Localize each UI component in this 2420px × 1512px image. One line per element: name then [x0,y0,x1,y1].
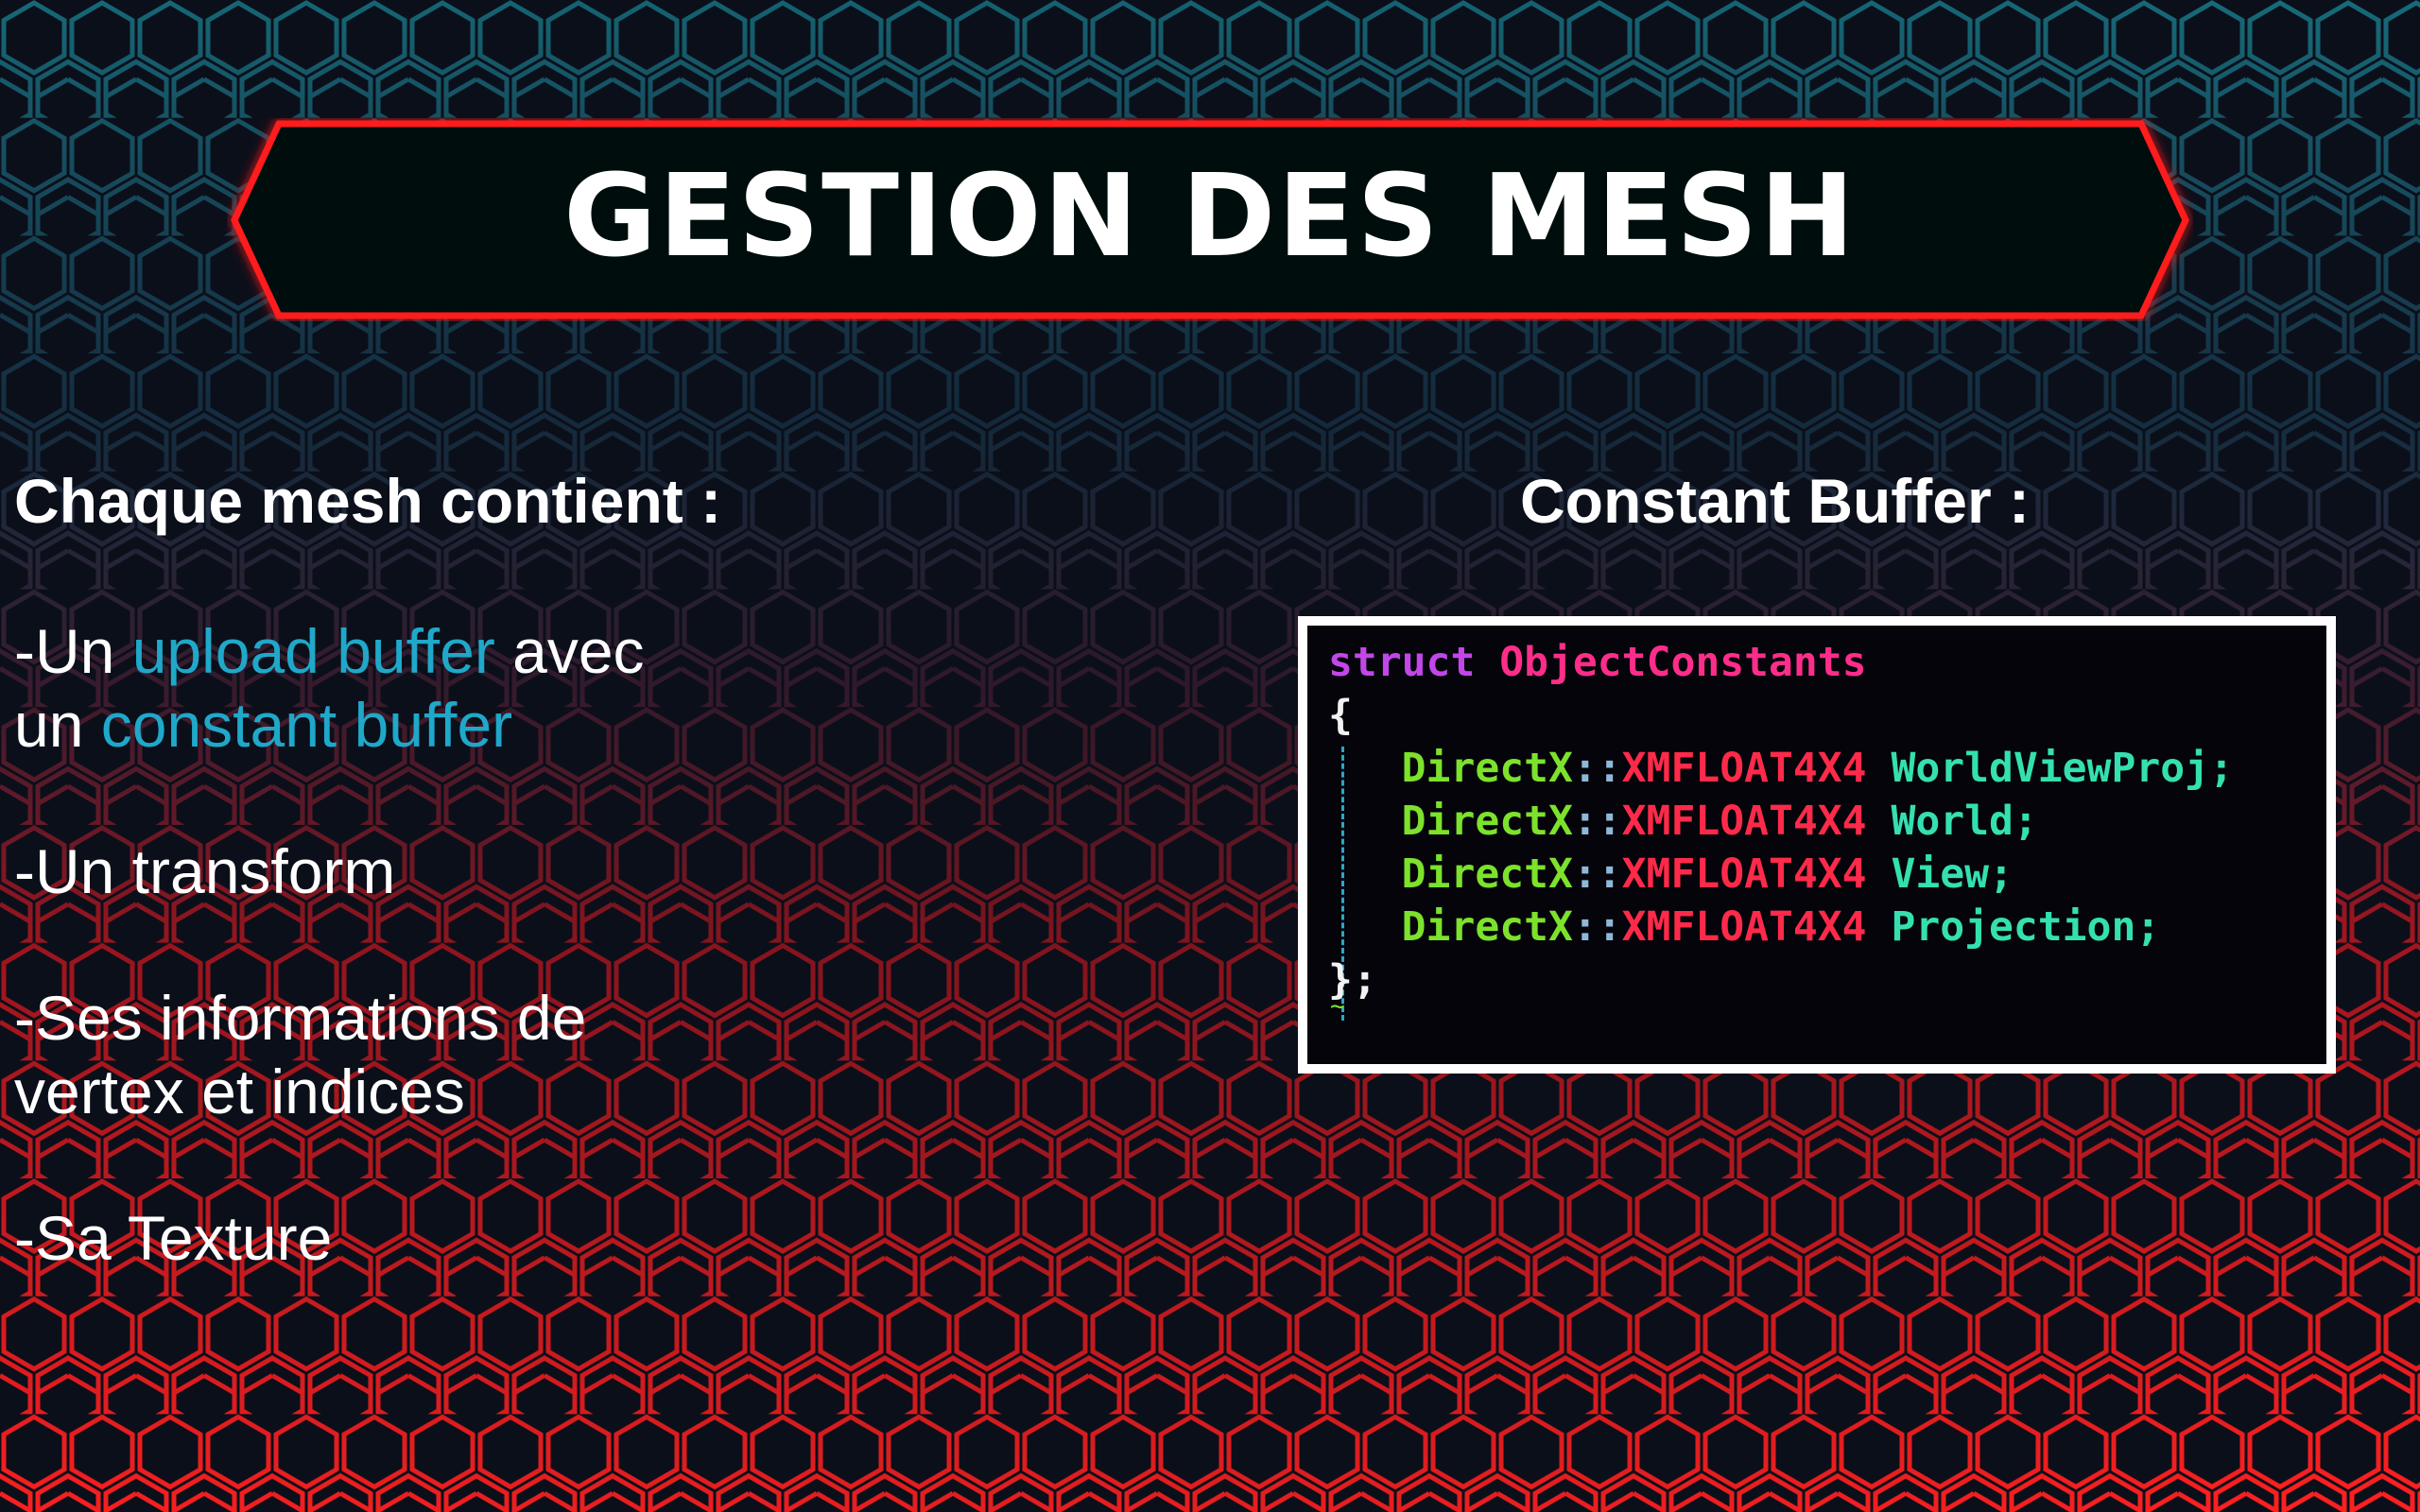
bullet-1-line2-prefix: un [14,690,101,760]
code-keyword: struct [1328,639,1476,686]
code-open-brace: { [1328,692,1353,739]
bullet-1-prefix: -Un [14,616,132,686]
code-line-field-2: DirectX::XMFLOAT4X4 World; [1328,798,2038,845]
code-type: XMFLOAT4X4 [1621,850,1867,898]
squiggle-marker-icon: ~ [1330,992,1345,1021]
code-namespace: DirectX [1401,903,1573,951]
code-namespace: DirectX [1401,850,1573,898]
code-field-name: World; [1891,798,2038,845]
upload-buffer-highlight: upload buffer [131,616,495,686]
code-type: XMFLOAT4X4 [1621,903,1867,951]
code-scope-op: :: [1572,745,1622,792]
code-scope-op: :: [1572,850,1622,898]
bullet-3-line2: vertex et indices [14,1057,465,1126]
code-scope-op: :: [1572,798,1622,845]
bullet-vertex-info: -Ses informations de vertex et indices [14,981,865,1128]
code-namespace: DirectX [1401,798,1573,845]
bullet-3-line1: -Ses informations de [14,983,587,1053]
code-namespace: DirectX [1401,745,1573,792]
code-field-name: WorldViewProj; [1891,745,2234,792]
code-field-name: Projection; [1891,903,2161,951]
code-scope-op: :: [1572,903,1622,951]
code-line-open-brace: { [1328,692,1353,739]
mesh-contents-list: -Un upload buffer avec un constant buffe… [14,614,865,1348]
bullet-1-middle: avec [494,616,645,686]
slide-title: GESTION DES MESH [563,151,1857,283]
code-type: XMFLOAT4X4 [1621,745,1867,792]
code-line-struct: struct ObjectConstants [1328,639,1867,686]
code-type: XMFLOAT4X4 [1621,798,1867,845]
code-snippet-panel: struct ObjectConstants { DirectX::XMFLOA… [1298,616,2336,1074]
code-line-field-4: DirectX::XMFLOAT4X4 Projection; [1328,903,2161,951]
bullet-texture: -Sa Texture [14,1203,333,1273]
constant-buffer-highlight: constant buffer [100,690,513,760]
code-field-name: View; [1891,850,2014,898]
code-struct-name: ObjectConstants [1499,639,1867,686]
code-line-field-1: DirectX::XMFLOAT4X4 WorldViewProj; [1328,745,2234,792]
code-line-field-3: DirectX::XMFLOAT4X4 View; [1328,850,2014,898]
constant-buffer-heading: Constant Buffer : [1520,466,2030,536]
mesh-contents-heading: Chaque mesh contient : [14,466,722,536]
title-banner: GESTION DES MESH [227,118,2193,321]
bullet-upload-buffer: -Un upload buffer avec un constant buffe… [14,614,865,762]
bullet-transform: -Un transform [14,836,396,906]
